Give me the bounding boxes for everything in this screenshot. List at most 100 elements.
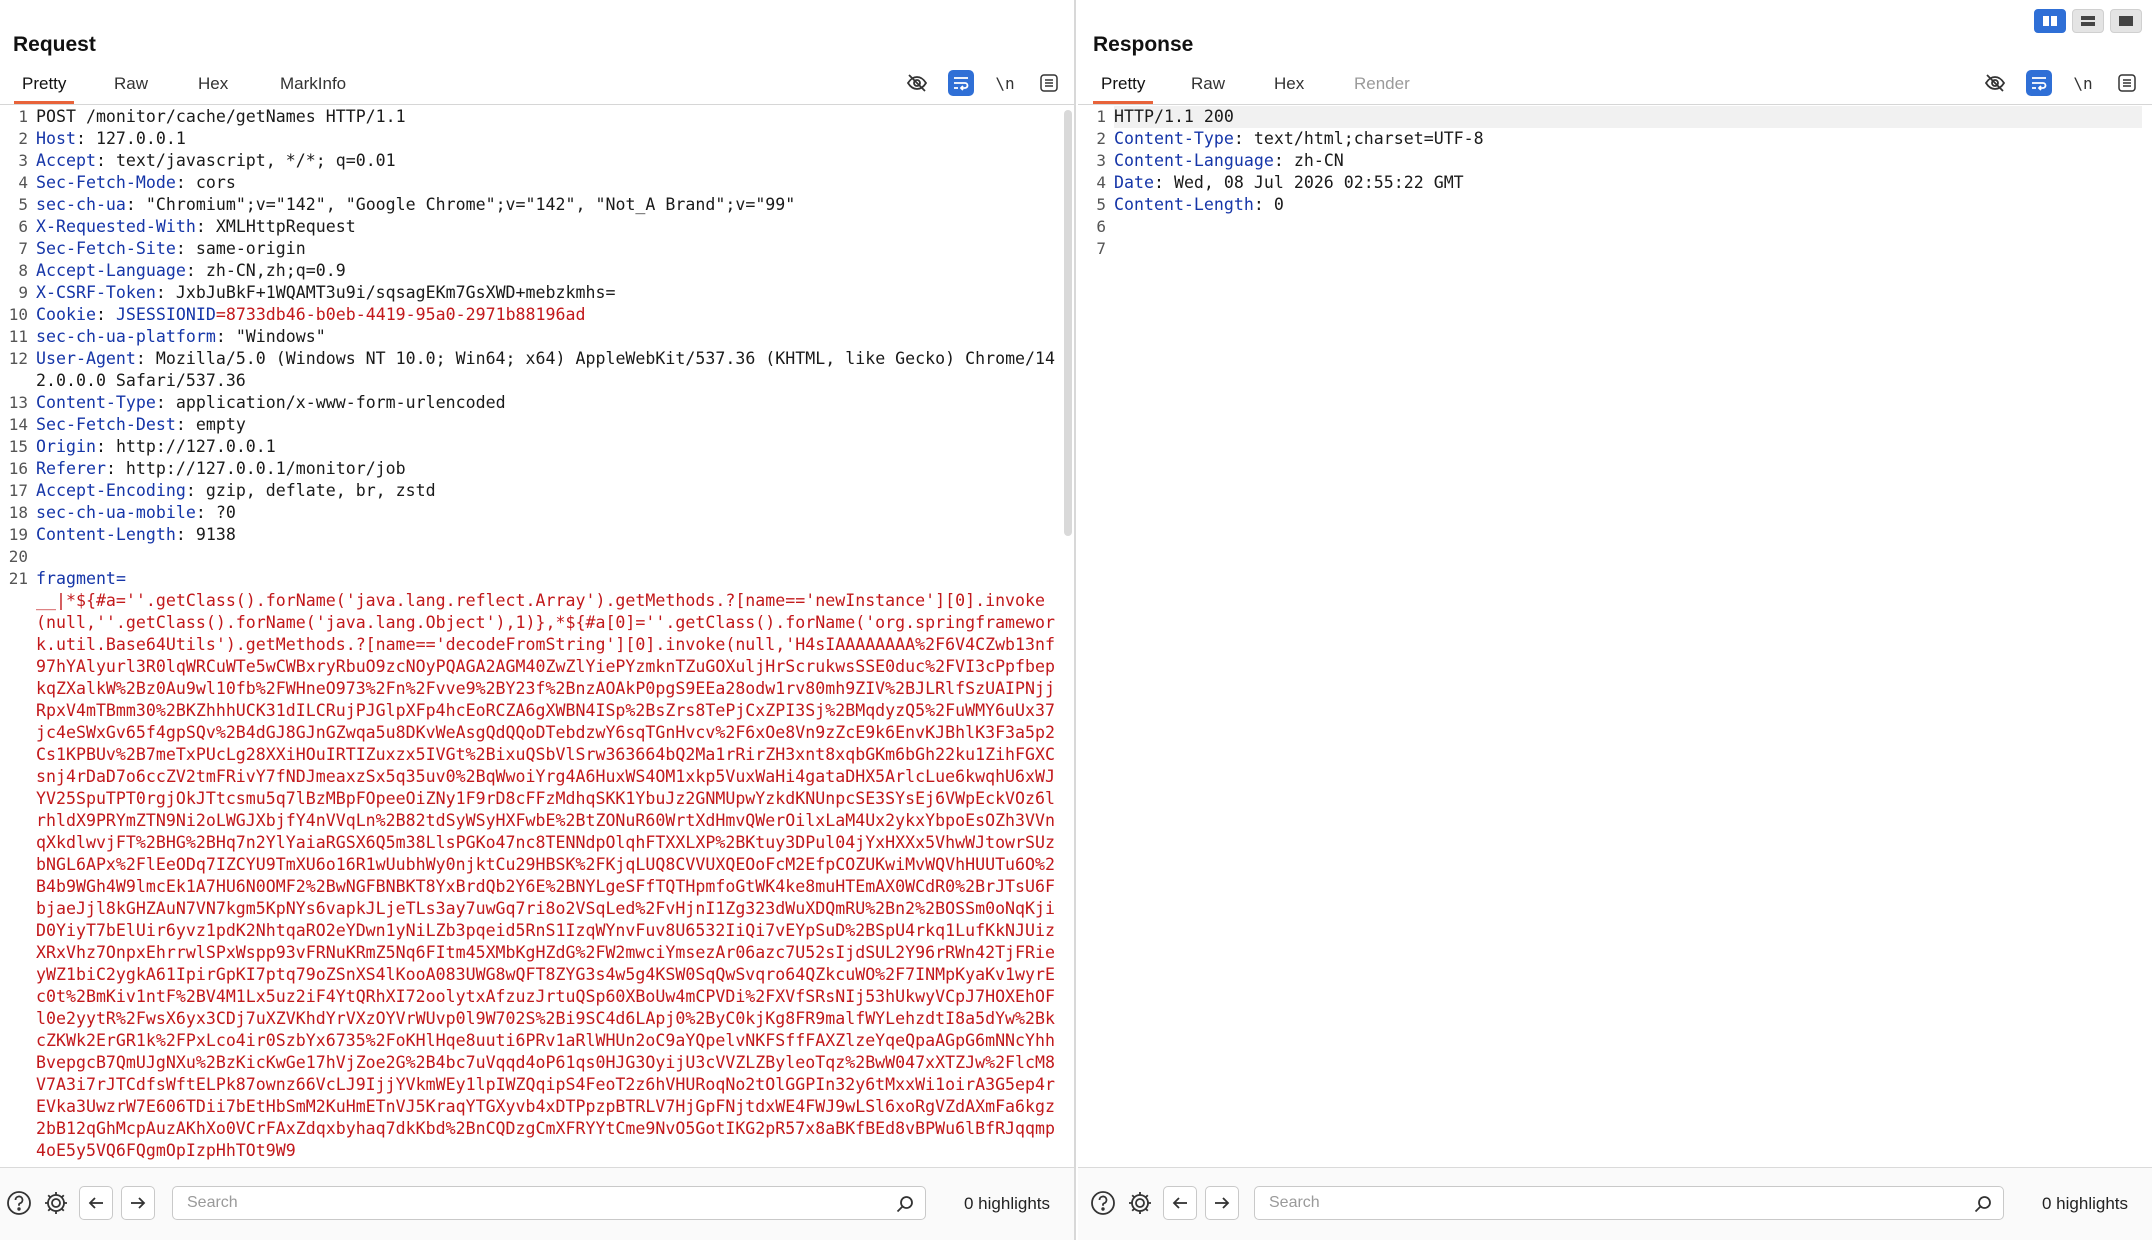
header-separator: :: [125, 195, 146, 214]
line-content: Host: 127.0.0.1: [36, 128, 1060, 150]
help-icon[interactable]: [2, 1186, 36, 1220]
line-text: POST /monitor/cache/getNames HTTP/1.1: [36, 107, 406, 126]
line-number: 6: [1096, 217, 1106, 236]
code-line: 1 HTTP/1.1 200: [1078, 106, 2142, 128]
request-toolbar: \n: [904, 70, 1062, 96]
code-line: 8 Accept-Language: zh-CN,zh;q=0.9: [0, 260, 1060, 282]
gear-icon[interactable]: [39, 1186, 73, 1220]
code-line: 11 sec-ch-ua-platform: "Windows": [0, 326, 1060, 348]
help-icon[interactable]: [1086, 1186, 1120, 1220]
response-highlights-count: 0 highlights: [2042, 1194, 2129, 1213]
line-number: 14: [8, 415, 28, 434]
code-line: 7 Sec-Fetch-Site: same-origin: [0, 238, 1060, 260]
request-tab-markinfo[interactable]: MarkInfo: [272, 74, 354, 104]
search-icon[interactable]: [895, 1194, 915, 1214]
wrap-lines-icon[interactable]: [2026, 70, 2052, 96]
eye-off-icon[interactable]: [1982, 70, 2008, 96]
header-value: 9138: [195, 525, 236, 544]
line-content: HTTP/1.1 200: [1114, 106, 2142, 128]
back-arrow-icon[interactable]: [1163, 1186, 1197, 1220]
response-tab-raw[interactable]: Raw: [1183, 74, 1233, 104]
body-line: 21 fragment= __|*${#a=''.getClass().forNam…: [0, 568, 1060, 1162]
wrap-lines-icon[interactable]: [948, 70, 974, 96]
code-line: 6 X-Requested-With: XMLHttpRequest: [0, 216, 1060, 238]
line-number: 8: [18, 261, 28, 280]
line-number: 17: [8, 481, 28, 500]
menu-icon[interactable]: [1036, 70, 1062, 96]
code-line: 2 Content-Type: text/html;charset=UTF-8: [1078, 128, 2142, 150]
header-name: Cookie: [36, 305, 96, 324]
line-number: 15: [8, 437, 28, 456]
response-tab-render[interactable]: Render: [1346, 74, 1418, 104]
eye-off-icon[interactable]: [904, 70, 930, 96]
header-value: "Chromium";v="142", "Google Chrome";v="1…: [145, 195, 796, 214]
line-number: 9: [18, 283, 28, 302]
line-number: 3: [1096, 151, 1106, 170]
line-content: sec-ch-ua-mobile: ?0: [36, 502, 1060, 524]
header-separator: :: [105, 459, 126, 478]
header-separator: :: [95, 437, 116, 456]
forward-arrow-icon[interactable]: [1205, 1186, 1239, 1220]
newline-toggle-icon[interactable]: \n: [2070, 70, 2096, 96]
line-content: [1114, 238, 2142, 260]
request-editor[interactable]: 1 POST /monitor/cache/getNames HTTP/1.1 2 H…: [0, 106, 1060, 1168]
line-content: Content-Length: 0: [1114, 194, 2142, 216]
line-number: 3: [18, 151, 28, 170]
response-title: Response: [1093, 33, 1194, 56]
response-editor[interactable]: 1 HTTP/1.1 200 2 Content-Type: text/html;ch…: [1078, 106, 2142, 1168]
header-value: text/javascript, */*; q=0.01: [115, 151, 396, 170]
header-name: X-CSRF-Token: [36, 283, 156, 302]
line-content: X-CSRF-Token: JxbJuBkF+1WQAMT3u9i/sqsagE…: [36, 282, 1060, 304]
header-separator: :: [75, 129, 96, 148]
line-number: 7: [1096, 239, 1106, 258]
header-value: application/x-www-form-urlencoded: [175, 393, 506, 412]
line-number: 16: [8, 459, 28, 478]
header-separator: :: [175, 525, 196, 544]
body-equals: =: [115, 569, 126, 588]
newline-toggle-icon[interactable]: \n: [992, 70, 1018, 96]
header-name: Sec-Fetch-Dest: [36, 415, 176, 434]
line-number: 5: [1096, 195, 1106, 214]
code-line: 10 Cookie: JSESSIONID=8733db46-b0eb-4419-…: [0, 304, 1060, 326]
line-content: X-Requested-With: XMLHttpRequest: [36, 216, 1060, 238]
line-number: 19: [8, 525, 28, 544]
code-line: 4 Date: Wed, 08 Jul 2026 02:55:22 GMT: [1078, 172, 2142, 194]
header-value: empty: [195, 415, 246, 434]
header-value: XMLHttpRequest: [215, 217, 356, 236]
line-number: 13: [8, 393, 28, 412]
line-number: 6: [18, 217, 28, 236]
back-arrow-icon[interactable]: [79, 1186, 113, 1220]
header-name: Accept: [36, 151, 96, 170]
header-name: sec-ch-ua: [36, 195, 126, 214]
request-tab-hex[interactable]: Hex: [190, 74, 236, 104]
code-line: 9 X-CSRF-Token: JxbJuBkF+1WQAMT3u9i/sqsag…: [0, 282, 1060, 304]
line-content: Content-Type: application/x-www-form-url…: [36, 392, 1060, 414]
header-value: JxbJuBkF+1WQAMT3u9i/sqsagEKm7GsXWD+mebzk…: [175, 283, 616, 302]
request-tab-pretty[interactable]: Pretty: [14, 74, 75, 104]
response-pane: Response Pretty Raw Hex Render \n 1 HTTP/…: [1078, 0, 2152, 1240]
header-value: ?0: [215, 503, 236, 522]
header-name: Date: [1114, 173, 1154, 192]
line-number: 7: [18, 239, 28, 258]
line-content: Content-Length: 9138: [36, 524, 1060, 546]
request-scrollbar[interactable]: [1064, 110, 1072, 536]
request-search-input[interactable]: [187, 1193, 879, 1213]
gear-icon[interactable]: [1123, 1186, 1157, 1220]
code-line: 16 Referer: http://127.0.0.1/monitor/job: [0, 458, 1060, 480]
response-search-input[interactable]: [1269, 1193, 1957, 1213]
response-tab-hex[interactable]: Hex: [1266, 74, 1312, 104]
response-tab-pretty[interactable]: Pretty: [1093, 74, 1154, 104]
menu-icon[interactable]: [2114, 70, 2140, 96]
body-content: fragment= __|*${#a=''.getClass().forName(…: [36, 568, 1060, 1162]
code-line: 20: [0, 546, 1060, 568]
forward-arrow-icon[interactable]: [121, 1186, 155, 1220]
cookie-equals: =: [215, 305, 226, 324]
header-name: sec-ch-ua-platform: [36, 327, 216, 346]
request-tab-raw[interactable]: Raw: [106, 74, 156, 104]
response-search-box: [1254, 1186, 2004, 1220]
search-icon[interactable]: [1973, 1194, 1993, 1214]
code-line: 7: [1078, 238, 2142, 260]
line-content: POST /monitor/cache/getNames HTTP/1.1: [36, 106, 1060, 128]
header-value: Wed, 08 Jul 2026 02:55:22 GMT: [1173, 173, 1464, 192]
header-separator: :: [1233, 129, 1254, 148]
